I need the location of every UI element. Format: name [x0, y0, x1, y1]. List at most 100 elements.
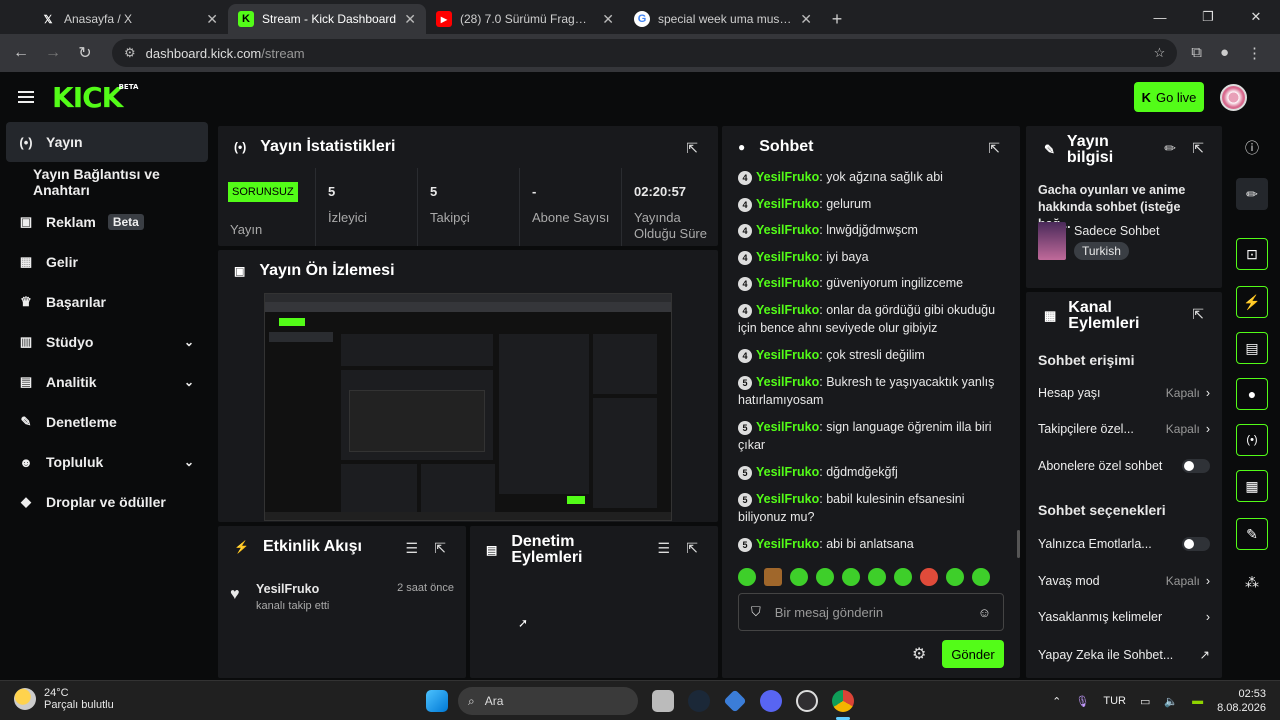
- setting-row-slow-mode[interactable]: Yavaş mod Kapalı ›: [1038, 574, 1210, 588]
- chat-username[interactable]: YesilFruko: [756, 197, 819, 211]
- chat-username[interactable]: YesilFruko: [756, 420, 819, 434]
- chevron-down-icon[interactable]: ⌄: [184, 455, 194, 469]
- document-icon[interactable]: ▤: [1236, 332, 1268, 364]
- new-tab-button[interactable]: +: [822, 4, 852, 34]
- stream-preview-video[interactable]: [264, 293, 672, 521]
- chat-input[interactable]: ⛉ Bir mesaj gönderin ☺: [738, 593, 1004, 631]
- lightning-icon[interactable]: ⚡: [1236, 286, 1268, 318]
- browser-tab-google[interactable]: G special week uma musume - Go ✕: [624, 4, 822, 34]
- back-icon[interactable]: ←: [8, 44, 34, 62]
- edit-icon[interactable]: ✏: [1236, 178, 1268, 210]
- bookmark-star-icon[interactable]: ☆: [1154, 45, 1166, 61]
- minimize-button[interactable]: —: [1136, 0, 1184, 34]
- emote-icon[interactable]: [816, 568, 834, 586]
- chrome-icon[interactable]: [832, 690, 854, 712]
- emote-icon[interactable]: [790, 568, 808, 586]
- chat-username[interactable]: YesilFruko: [756, 303, 819, 317]
- discord-icon[interactable]: [760, 690, 782, 712]
- language-indicator[interactable]: TUR: [1103, 695, 1126, 707]
- popout-icon[interactable]: ⇱: [988, 140, 1000, 157]
- windows-start-icon[interactable]: [426, 690, 448, 712]
- sidebar-item-droplar[interactable]: ◆ Droplar ve ödüller: [0, 482, 214, 522]
- sidebar-item-denetleme[interactable]: ✎ Denetleme: [0, 402, 214, 442]
- sidebar-item-studyo[interactable]: ▥ Stüdyo ⌄: [0, 322, 214, 362]
- chat-username[interactable]: YesilFruko: [756, 276, 819, 290]
- sidebar-item-yayin[interactable]: (•) Yayın: [6, 122, 208, 162]
- chat-username[interactable]: YesilFruko: [756, 465, 819, 479]
- popout-icon[interactable]: ⇱: [686, 140, 698, 157]
- popout-icon[interactable]: ⇱: [1192, 140, 1204, 157]
- setting-row-followers-only[interactable]: Takipçilere özel... Kapalı ›: [1038, 422, 1210, 436]
- volume-icon[interactable]: 🔈: [1164, 695, 1178, 708]
- setting-row-banned-words[interactable]: Yasaklanmış kelimeler ›: [1038, 610, 1210, 624]
- sidebar-item-topluluk[interactable]: ☻ Topluluk ⌄: [0, 442, 214, 482]
- menu-dots-icon[interactable]: ⋮: [1247, 44, 1262, 62]
- chat-username[interactable]: YesilFruko: [756, 375, 819, 389]
- chat-username[interactable]: YesilFruko: [756, 250, 819, 264]
- site-info-icon[interactable]: ⚙: [124, 45, 136, 61]
- sidebar-item-stream-key[interactable]: Yayın Bağlantısı ve Anahtarı: [0, 162, 214, 202]
- shapes-icon[interactable]: ⁂: [1236, 566, 1268, 598]
- subscribers-only-toggle[interactable]: [1182, 459, 1210, 473]
- browser-tab-youtube[interactable]: ▶ (28) 7.0 Sürümü Fragmanı "Mer ✕: [426, 4, 624, 34]
- emote-icon[interactable]: [842, 568, 860, 586]
- sidebar-item-reklam[interactable]: ▣ Reklam Beta: [0, 202, 214, 242]
- taskbar-search[interactable]: ⌕ Ara: [458, 687, 638, 715]
- broadcast-icon[interactable]: (•): [1236, 424, 1268, 456]
- weather-widget[interactable]: 24°C Parçalı bulutlu: [14, 687, 114, 711]
- wrench-icon[interactable]: ✎: [1236, 518, 1268, 550]
- emoji-icon[interactable]: ☺: [978, 605, 991, 620]
- chat-username[interactable]: YesilFruko: [756, 223, 819, 237]
- shield-icon[interactable]: ⛉: [751, 604, 761, 620]
- chevron-up-icon[interactable]: ⌃: [1052, 695, 1061, 708]
- emote-icon[interactable]: [972, 568, 990, 586]
- kick-logo[interactable]: KICK BETA: [52, 81, 138, 114]
- chat-username[interactable]: YesilFruko: [756, 492, 819, 506]
- filter-icon[interactable]: ☰: [405, 540, 418, 557]
- chat-scrollbar[interactable]: [1017, 530, 1020, 558]
- hamburger-menu-icon[interactable]: [18, 91, 34, 103]
- setting-row-hesap-yasi[interactable]: Hesap yaşı Kapalı ›: [1038, 386, 1210, 400]
- app-icon[interactable]: [723, 689, 747, 713]
- chat-username[interactable]: YesilFruko: [756, 348, 819, 362]
- close-icon[interactable]: ✕: [206, 11, 218, 28]
- filter-icon[interactable]: ☰: [657, 540, 670, 557]
- go-live-button[interactable]: K Go live: [1134, 82, 1204, 112]
- close-icon[interactable]: ✕: [404, 11, 416, 28]
- popout-icon[interactable]: ⇱: [686, 540, 698, 557]
- obs-icon[interactable]: [796, 690, 818, 712]
- clock[interactable]: 02:53 8.08.2026: [1217, 687, 1266, 715]
- forward-icon[interactable]: →: [40, 44, 66, 62]
- channel-icon[interactable]: ▦: [1236, 470, 1268, 502]
- camera-icon[interactable]: ⊡: [1236, 238, 1268, 270]
- browser-tab-kick[interactable]: K Stream - Kick Dashboard ✕: [228, 4, 426, 34]
- sidebar-item-analitik[interactable]: ▤ Analitik ⌄: [0, 362, 214, 402]
- emote-icon[interactable]: [946, 568, 964, 586]
- extensions-icon[interactable]: ⧉: [1191, 44, 1202, 62]
- chat-username[interactable]: YesilFruko: [756, 537, 819, 551]
- close-window-button[interactable]: ✕: [1232, 0, 1280, 34]
- emote-icon[interactable]: [894, 568, 912, 586]
- close-icon[interactable]: ✕: [602, 11, 614, 28]
- file-explorer-icon[interactable]: [652, 690, 674, 712]
- emote-icon[interactable]: [738, 568, 756, 586]
- chat-username[interactable]: YesilFruko: [756, 170, 819, 184]
- popout-icon[interactable]: ⇱: [434, 540, 446, 557]
- sidebar-item-gelir[interactable]: ▦ Gelir: [0, 242, 214, 282]
- category-name[interactable]: Sadece Sohbet: [1074, 224, 1160, 238]
- chat-bubble-icon[interactable]: ●: [1236, 378, 1268, 410]
- sidebar-item-basarilar[interactable]: ♛ Başarılar: [0, 282, 214, 322]
- microphone-icon[interactable]: 🎙: [1075, 695, 1089, 708]
- emote-only-toggle[interactable]: [1182, 537, 1210, 551]
- emote-icon[interactable]: [920, 568, 938, 586]
- maximize-button[interactable]: ❐: [1184, 0, 1232, 34]
- url-field[interactable]: ⚙ dashboard.kick.com/stream ☆: [112, 39, 1178, 67]
- battery-icon[interactable]: ▬: [1192, 695, 1203, 707]
- emote-icon[interactable]: [764, 568, 782, 586]
- chevron-down-icon[interactable]: ⌄: [184, 335, 194, 349]
- popout-icon[interactable]: ⇱: [1192, 306, 1204, 323]
- steam-icon[interactable]: [688, 690, 710, 712]
- send-button[interactable]: Gönder: [942, 640, 1004, 668]
- info-icon[interactable]: ⓘ: [1236, 132, 1268, 164]
- chevron-down-icon[interactable]: ⌄: [184, 375, 194, 389]
